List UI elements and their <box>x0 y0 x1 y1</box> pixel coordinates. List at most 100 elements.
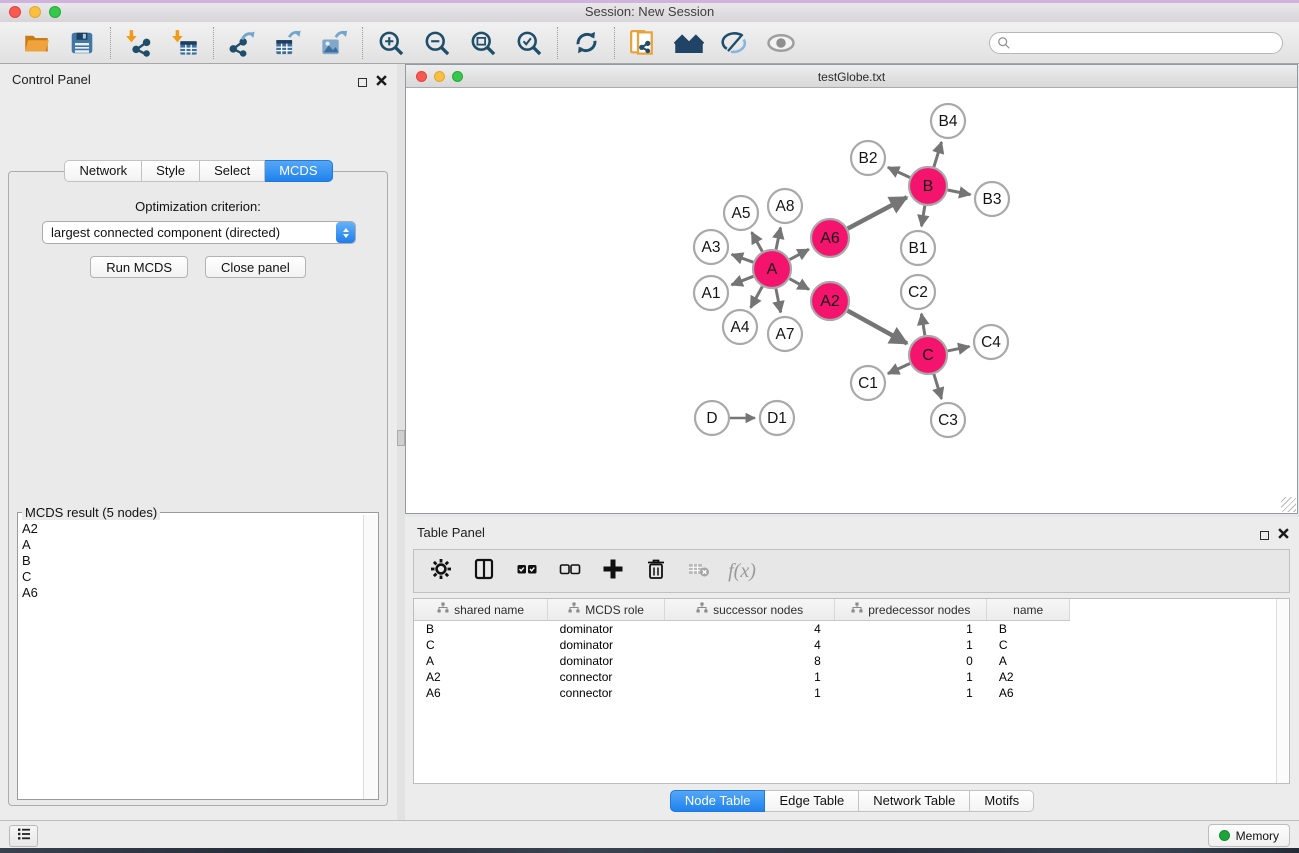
graph-node-A4[interactable]: A4 <box>723 310 757 344</box>
zoom-in-button[interactable] <box>372 26 410 60</box>
mcds-result-item[interactable]: A6 <box>22 585 364 601</box>
table-cell[interactable]: dominator <box>548 637 665 653</box>
show-columns-button[interactable] <box>469 556 499 586</box>
graph-node-A1[interactable]: A1 <box>694 276 728 310</box>
graph-node-C3[interactable]: C3 <box>931 403 965 437</box>
table-row[interactable]: Adominator80A <box>414 653 1289 669</box>
column-header-mcds-role[interactable]: MCDS role <box>548 599 665 621</box>
show-task-history-button[interactable] <box>9 825 38 847</box>
select-all-button[interactable] <box>512 556 542 586</box>
hide-panels-button[interactable] <box>716 26 754 60</box>
table-cell[interactable]: A6 <box>414 685 548 701</box>
column-header-name[interactable]: name <box>987 599 1070 621</box>
graph-node-C[interactable]: C <box>909 336 947 374</box>
table-cell[interactable]: B <box>414 621 548 638</box>
table-cell[interactable]: 0 <box>835 653 987 669</box>
zoom-selected-button[interactable] <box>510 26 548 60</box>
create-column-button[interactable] <box>598 556 628 586</box>
save-session-button[interactable] <box>63 26 101 60</box>
export-table-button[interactable] <box>269 26 307 60</box>
search-input[interactable] <box>989 32 1283 54</box>
table-row[interactable]: A2connector11A2 <box>414 669 1289 685</box>
mcds-result-item[interactable]: B <box>22 553 364 569</box>
table-cell[interactable]: A2 <box>987 669 1070 685</box>
graph-node-B2[interactable]: B2 <box>851 141 885 175</box>
table-cell[interactable]: B <box>987 621 1070 638</box>
close-panel-button[interactable]: Close panel <box>205 256 306 278</box>
tab-network-table[interactable]: Network Table <box>859 790 970 812</box>
import-table-button[interactable] <box>166 26 204 60</box>
table-cell[interactable]: 4 <box>665 637 835 653</box>
tab-network[interactable]: Network <box>64 160 142 182</box>
table-cell[interactable]: 4 <box>665 621 835 638</box>
table-cell[interactable]: connector <box>548 669 665 685</box>
cyndex-browser-button[interactable] <box>624 26 662 60</box>
mcds-result-scrollbar[interactable] <box>363 515 378 799</box>
tab-mcds[interactable]: MCDS <box>265 160 332 182</box>
graph-node-A2[interactable]: A2 <box>811 282 849 320</box>
column-header-shared-name[interactable]: shared name <box>414 599 548 621</box>
tab-edge-table[interactable]: Edge Table <box>765 790 859 812</box>
graph-node-D1[interactable]: D1 <box>760 401 794 435</box>
delete-table-button[interactable] <box>684 556 714 586</box>
unselect-all-button[interactable] <box>555 556 585 586</box>
run-mcds-button[interactable]: Run MCDS <box>90 256 188 278</box>
table-cell[interactable]: 1 <box>665 685 835 701</box>
import-network-button[interactable] <box>120 26 158 60</box>
table-cell[interactable]: dominator <box>548 653 665 669</box>
mcds-result-item[interactable]: A2 <box>22 521 364 537</box>
table-cell[interactable]: A6 <box>987 685 1070 701</box>
zoom-fit-button[interactable] <box>464 26 502 60</box>
delete-columns-button[interactable] <box>641 556 671 586</box>
table-cell[interactable]: 1 <box>835 637 987 653</box>
table-cell[interactable]: A <box>414 653 548 669</box>
table-cell[interactable]: 1 <box>665 669 835 685</box>
graph-node-B[interactable]: B <box>909 167 947 205</box>
graph-node-A5[interactable]: A5 <box>724 196 758 230</box>
export-image-button[interactable] <box>315 26 353 60</box>
zoom-out-button[interactable] <box>418 26 456 60</box>
column-header-successor-nodes[interactable]: successor nodes <box>665 599 835 621</box>
network-canvas[interactable]: B4B2BB3A8A5A6A3B1AA1C2A2A4A7C4CC1DD1C3 <box>407 88 1296 512</box>
table-cell[interactable]: connector <box>548 685 665 701</box>
memory-button[interactable]: Memory <box>1208 824 1290 847</box>
table-cell[interactable]: C <box>414 637 548 653</box>
graph-node-B4[interactable]: B4 <box>931 104 965 138</box>
graph-node-B3[interactable]: B3 <box>975 182 1009 216</box>
show-panels-button[interactable] <box>762 26 800 60</box>
table-cell[interactable]: 1 <box>835 669 987 685</box>
tab-node-table[interactable]: Node Table <box>670 790 766 812</box>
column-header-predecessor-nodes[interactable]: predecessor nodes <box>835 599 987 621</box>
graph-node-A7[interactable]: A7 <box>768 317 802 351</box>
table-cell[interactable]: C <box>987 637 1070 653</box>
graph-node-B1[interactable]: B1 <box>901 231 935 265</box>
resize-grip-icon[interactable] <box>1281 497 1296 512</box>
graph-node-C2[interactable]: C2 <box>901 275 935 309</box>
criterion-dropdown[interactable]: largest connected component (directed) <box>42 221 356 244</box>
table-cell[interactable]: A <box>987 653 1070 669</box>
table-cell[interactable]: 1 <box>835 621 987 638</box>
open-session-button[interactable] <box>17 26 55 60</box>
close-panel-icon[interactable] <box>376 73 387 91</box>
ndex-home-button[interactable] <box>670 26 708 60</box>
table-cell[interactable]: A2 <box>414 669 548 685</box>
divider-handle[interactable] <box>397 430 405 446</box>
table-scrollbar[interactable] <box>1276 599 1289 783</box>
table-row[interactable]: Cdominator41C <box>414 637 1289 653</box>
table-cell[interactable]: 8 <box>665 653 835 669</box>
tab-motifs[interactable]: Motifs <box>970 790 1034 812</box>
network-window-titlebar[interactable]: testGlobe.txt <box>406 65 1297 88</box>
graph-node-C1[interactable]: C1 <box>851 366 885 400</box>
float-panel-icon[interactable] <box>358 78 367 87</box>
table-settings-button[interactable] <box>426 556 456 586</box>
mcds-result-item[interactable]: A <box>22 537 364 553</box>
graph-node-A[interactable]: A <box>753 250 791 288</box>
close-table-panel-icon[interactable] <box>1278 526 1289 544</box>
graph-node-C4[interactable]: C4 <box>974 325 1008 359</box>
panel-divider[interactable] <box>397 64 405 820</box>
mcds-result-item[interactable]: C <box>22 569 364 585</box>
graph-node-A3[interactable]: A3 <box>694 230 728 264</box>
graph-node-D[interactable]: D <box>695 401 729 435</box>
table-row[interactable]: A6connector11A6 <box>414 685 1289 701</box>
float-table-panel-icon[interactable] <box>1260 531 1269 540</box>
